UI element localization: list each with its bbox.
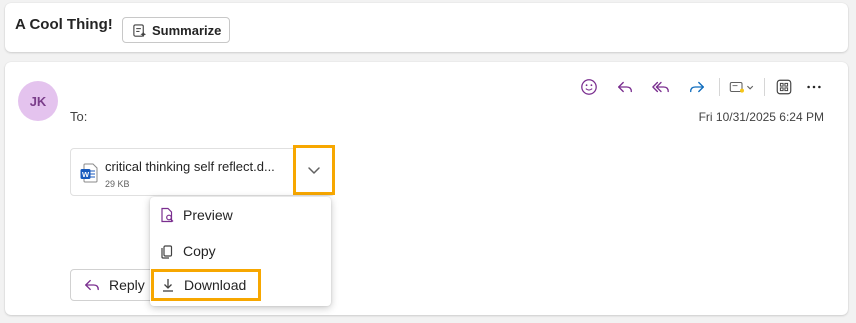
smile-icon [581, 79, 597, 95]
reply-all-button[interactable] [643, 76, 679, 98]
menu-item-preview[interactable]: Preview [150, 199, 331, 231]
mark-dropdown-icon [729, 81, 754, 93]
download-icon [163, 279, 173, 292]
attachment-size: 29 KB [105, 179, 130, 189]
apps-icon [776, 79, 792, 95]
reply-toolbar-button[interactable] [607, 76, 643, 98]
message-toolbar [571, 76, 829, 98]
mark-dropdown-button[interactable] [724, 76, 760, 98]
reply-button[interactable]: Reply [70, 269, 160, 301]
reply-icon [85, 279, 99, 291]
react-button[interactable] [571, 76, 607, 98]
forward-icon [690, 81, 704, 93]
summarize-button[interactable]: Summarize [122, 17, 230, 43]
word-document-icon: W [80, 163, 98, 183]
attachment-name: critical thinking self reflect.d... [105, 159, 275, 174]
reply-all-icon [652, 81, 669, 93]
menu-item-download[interactable]: Download [151, 269, 261, 301]
svg-text:W: W [82, 170, 90, 179]
reply-icon [618, 81, 632, 93]
toolbar-separator [764, 78, 765, 96]
toolbar-separator [719, 78, 720, 96]
forward-button[interactable] [679, 76, 715, 98]
menu-item-label: Preview [183, 207, 233, 223]
chevron-down-icon [308, 167, 320, 174]
attachment-context-menu: Preview Copy Download [150, 197, 331, 306]
summarize-icon [133, 23, 147, 37]
email-subject: A Cool Thing! [15, 16, 113, 33]
message-card: JK To: Fri 10/31/2025 6:24 PM W critical… [5, 62, 848, 315]
apps-button[interactable] [769, 76, 799, 98]
menu-item-copy[interactable]: Copy [150, 235, 331, 267]
reply-label: Reply [109, 277, 145, 293]
menu-item-label: Copy [183, 243, 216, 259]
more-icon [807, 85, 821, 89]
avatar[interactable]: JK [18, 81, 58, 121]
more-options-button[interactable] [799, 76, 829, 98]
copy-icon [161, 245, 173, 259]
attachment-options-button[interactable] [293, 145, 335, 195]
summarize-label: Summarize [152, 22, 222, 38]
subject-card: A Cool Thing! Summarize [5, 3, 848, 52]
preview-icon [161, 207, 174, 223]
to-label: To: [70, 109, 88, 124]
message-date: Fri 10/31/2025 6:24 PM [698, 110, 824, 124]
menu-item-label: Download [184, 277, 247, 293]
